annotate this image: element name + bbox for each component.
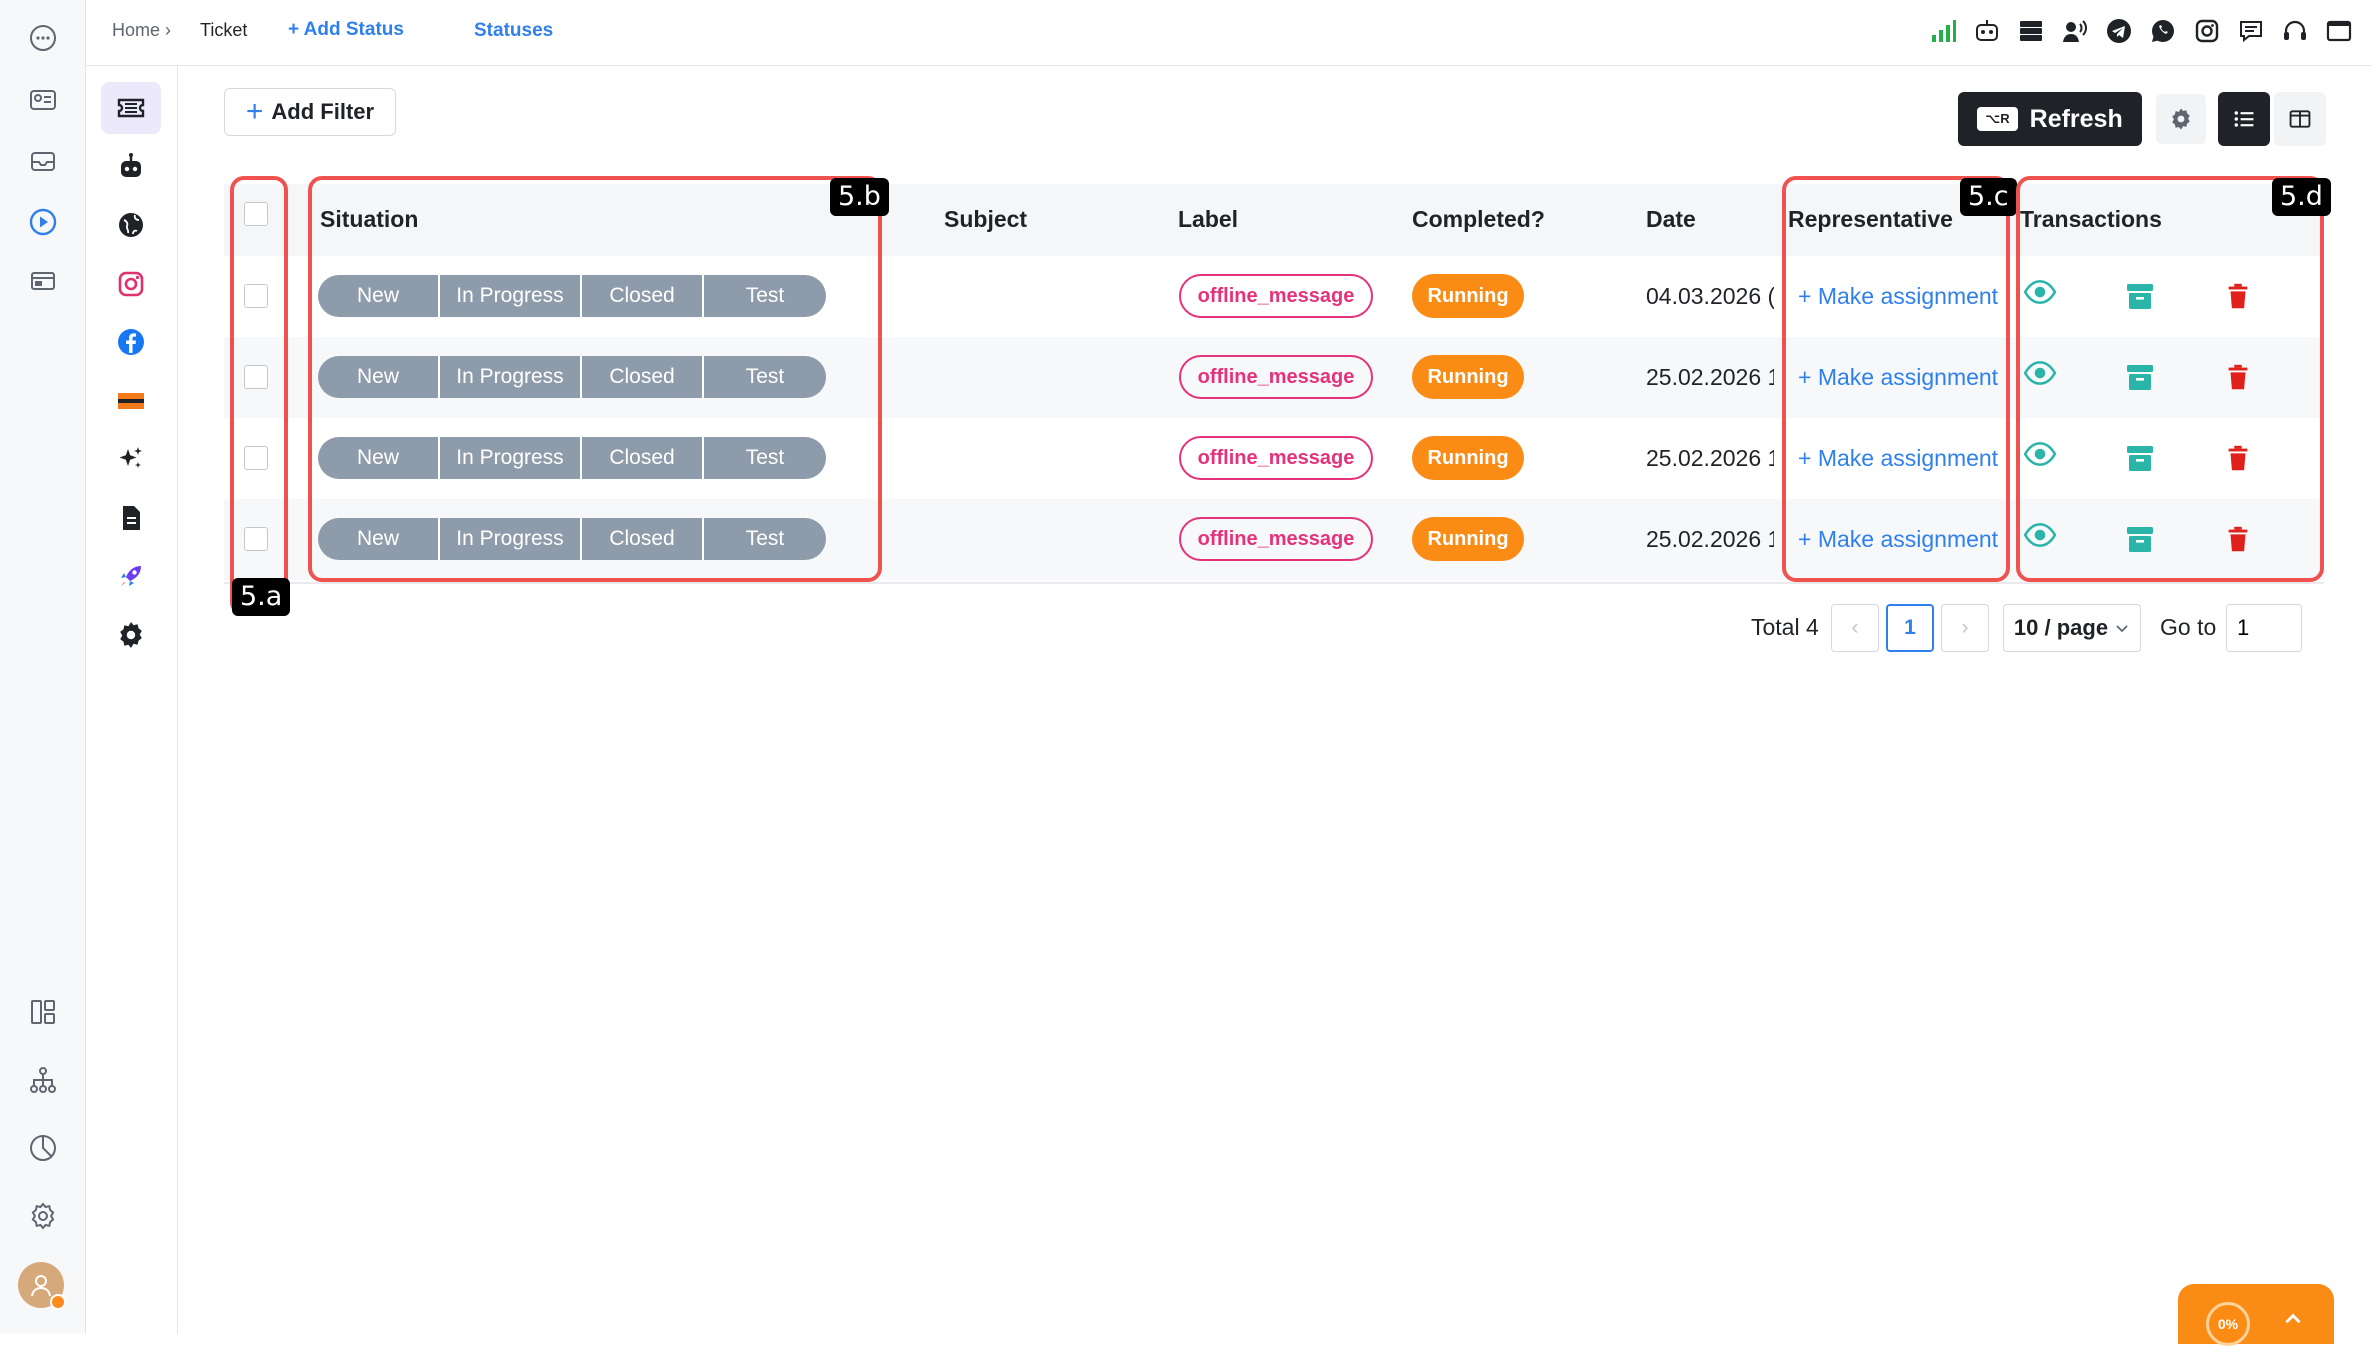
app-rail [0,0,86,1334]
module-settings-icon[interactable] [101,609,161,661]
list-view-icon [2234,111,2254,127]
add-filter-button[interactable]: + Add Filter [224,88,396,136]
channel-status-icons [1926,14,2356,48]
add-filter-label: Add Filter [271,99,375,124]
breadcrumb-home[interactable]: Home › [112,20,171,41]
user-avatar[interactable] [18,1262,66,1310]
robot-icon[interactable] [101,141,161,193]
annotation-tag-5c: 5.c [1960,178,2017,216]
settings-gear-icon[interactable] [22,1195,64,1237]
header-subject[interactable]: Subject [944,206,1027,233]
annotation-tag-5d: 5.d [2272,178,2331,216]
play-circle-icon[interactable] [22,201,64,243]
annotation-tag-5a: 5.a [232,578,291,616]
goto-page-input[interactable] [2226,604,2302,652]
date-cell: 25.02.2026 1 [1646,364,1774,390]
instagram-icon[interactable] [101,258,161,310]
date-cell: 25.02.2026 1 [1646,445,1774,471]
online-status-dot [50,1294,66,1310]
list-view-button[interactable] [2218,92,2270,146]
page-size-value: 10 / page [2013,615,2109,640]
globe-icon[interactable] [101,199,161,251]
telegram-icon[interactable] [2102,14,2136,48]
refresh-button[interactable]: ⌥R Refresh [1958,92,2142,146]
server-stack-icon[interactable] [2014,14,2048,48]
signal-strength-icon[interactable] [1926,14,1960,48]
statuses-link[interactable]: Statuses [474,20,553,42]
sms-message-icon[interactable] [2234,14,2268,48]
pagination-page-1[interactable]: 1 [1886,604,1934,652]
whatsapp-icon[interactable] [2146,14,2180,48]
completed-badge: Running [1412,436,1524,480]
instagram-status-icon[interactable] [2190,14,2224,48]
date-cell: 04.03.2026 ( [1646,283,1774,309]
progress-percent: 0% [2206,1302,2250,1346]
marketplace-logo-icon[interactable] [101,375,161,427]
label-tag: offline_message [1179,517,1373,561]
analytics-pie-icon[interactable] [22,1127,64,1169]
page-size-select[interactable]: 10 / page [2003,604,2141,652]
completed-badge: Running [1412,355,1524,399]
split-view-icon [2289,110,2311,128]
header-label[interactable]: Label [1178,206,1238,233]
gear-icon [2172,108,2190,130]
annotation-box-5d [2016,176,2324,582]
table-bottom-border [224,582,2324,584]
ai-sparkle-icon[interactable] [101,433,161,485]
inbox-icon[interactable] [22,140,64,182]
headset-icon[interactable] [2278,14,2312,48]
annotation-tag-5b: 5.b [830,178,889,216]
pagination-next-button[interactable]: › [1941,604,1989,652]
label-tag: offline_message [1179,436,1373,480]
module-sidebar [86,66,178,1334]
bot-status-icon[interactable] [1970,14,2004,48]
progress-widget[interactable]: 0% [2178,1284,2334,1346]
date-cell: 25.02.2026 1 [1646,526,1774,552]
header-date[interactable]: Date [1646,206,1696,233]
chevron-up-icon [2285,1313,2301,1324]
contact-card-icon[interactable] [22,79,64,121]
breadcrumb-current: Ticket [200,20,248,40]
completed-badge: Running [1412,274,1524,318]
label-tag: offline_message [1179,274,1373,318]
window-toggle-icon[interactable] [2322,14,2356,48]
top-bar: Home › Ticket + Add Status Statuses [86,0,2372,66]
annotation-box-5c [1782,176,2010,582]
dashboard-layout-icon[interactable] [22,991,64,1033]
chevron-down-icon [2116,625,2128,633]
pagination-prev-button[interactable]: ‹ [1831,604,1879,652]
facebook-icon[interactable] [101,316,161,368]
label-tag: offline_message [1179,355,1373,399]
refresh-label: Refresh [2029,104,2123,133]
header-completed[interactable]: Completed? [1412,206,1545,233]
refresh-shortcut-badge: ⌥R [1977,107,2018,131]
annotation-box-5b [308,176,882,582]
goto-label: Go to [2160,614,2217,640]
chat-icon[interactable] [22,17,64,59]
browser-window-icon[interactable] [22,260,64,302]
pagination-total: Total 4 [1751,614,1819,640]
annotation-box-5a [230,176,288,616]
split-view-button[interactable] [2274,92,2326,146]
table-settings-button[interactable] [2156,94,2206,144]
add-status-link[interactable]: + Add Status [288,19,404,41]
rocket-icon[interactable] [101,550,161,602]
ticket-icon[interactable] [101,82,161,134]
org-tree-icon[interactable] [22,1059,64,1101]
completed-badge: Running [1412,517,1524,561]
document-icon[interactable] [101,492,161,544]
voice-agent-icon[interactable] [2058,14,2092,48]
plus-icon: + [245,95,264,128]
